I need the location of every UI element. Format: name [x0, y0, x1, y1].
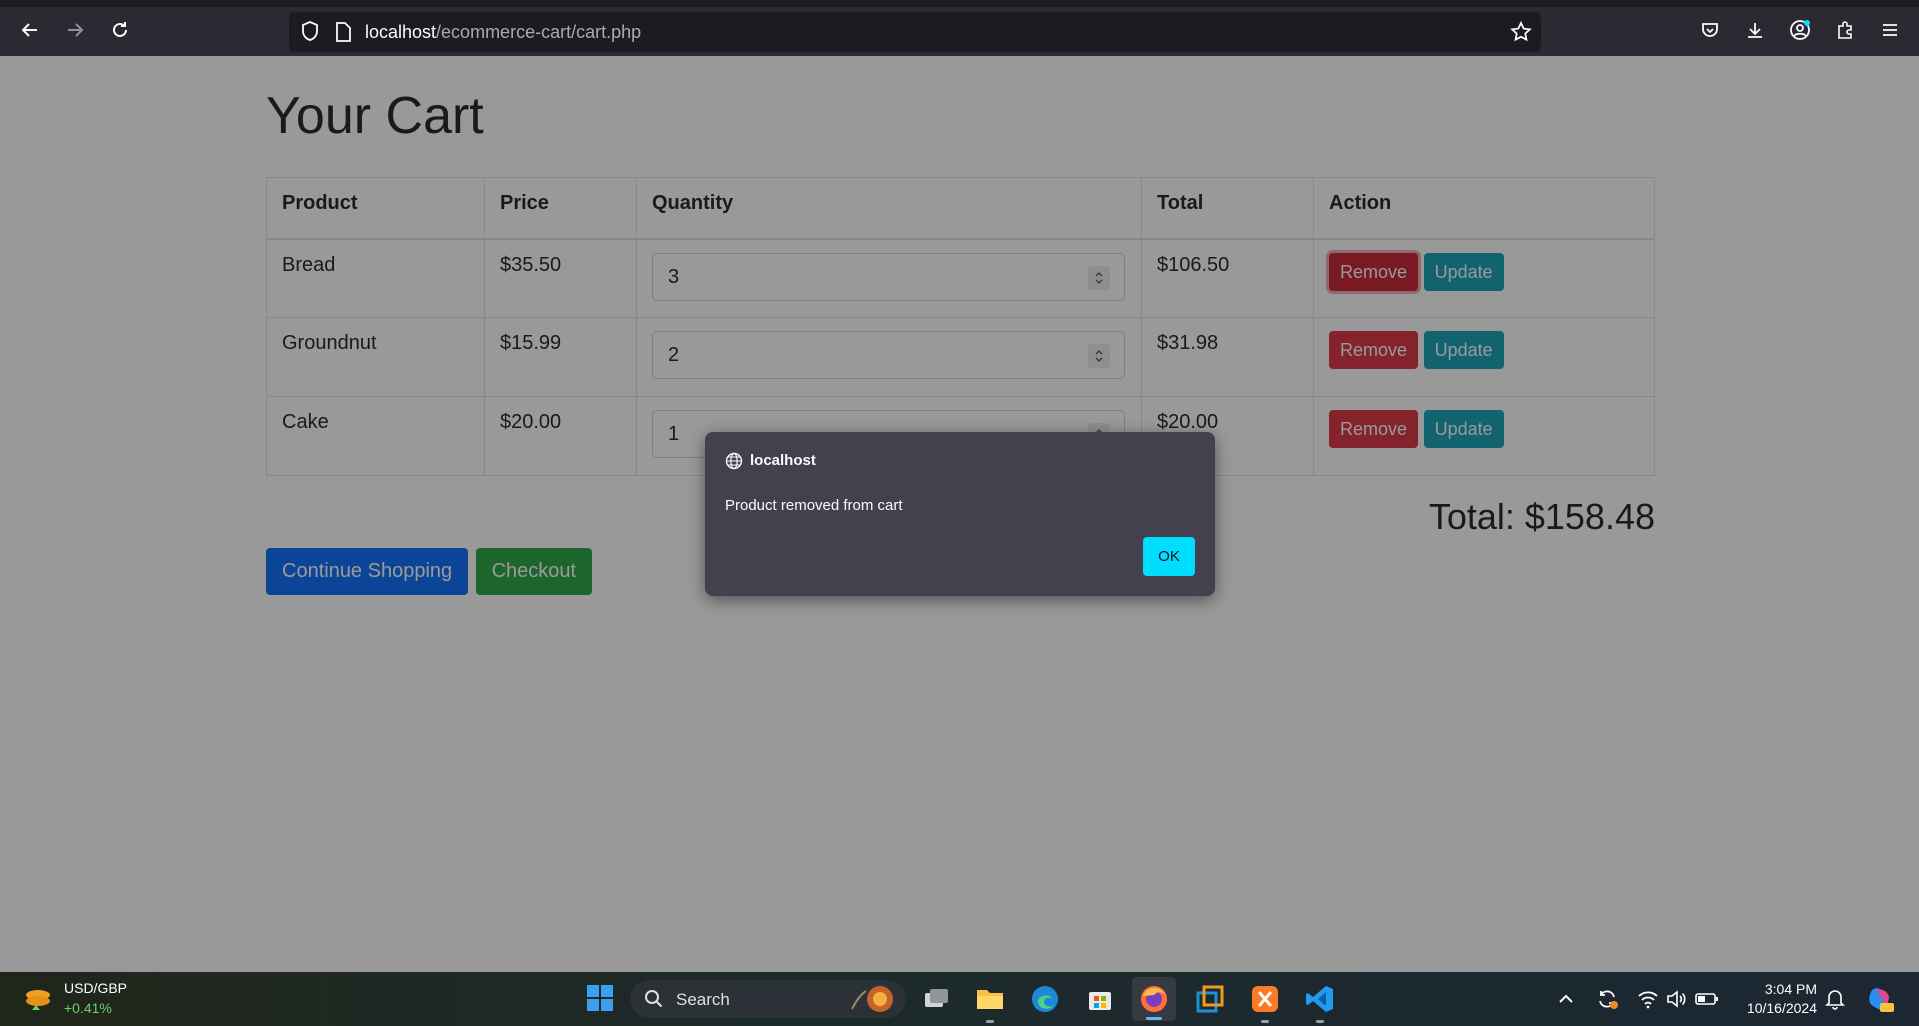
start-button[interactable]: [584, 982, 616, 1014]
volume-icon: [1667, 990, 1686, 1008]
task-view-button[interactable]: [920, 983, 952, 1015]
vscode-button[interactable]: [1304, 983, 1336, 1023]
currency-widget-icon[interactable]: [22, 984, 54, 1016]
task-view-icon: [925, 989, 948, 1007]
xampp-icon: [1252, 986, 1278, 1012]
address-bar[interactable]: localhost/ecommerce-cart/cart.php: [289, 12, 1541, 52]
vmware-button[interactable]: [1194, 983, 1226, 1015]
search-highlight-icon: [851, 986, 893, 1012]
sync-tray-button[interactable]: [1594, 986, 1620, 1012]
account-button[interactable]: [1784, 14, 1816, 46]
firefox-icon: [1141, 986, 1167, 1012]
pocket-icon: [1702, 23, 1718, 37]
battery-icon: [1695, 993, 1718, 1005]
dialog-origin: localhost: [750, 452, 816, 469]
pocket-button[interactable]: [1694, 14, 1726, 46]
file-explorer-button[interactable]: [974, 983, 1006, 1023]
battery-tray-button[interactable]: [1694, 986, 1720, 1012]
widget-label[interactable]: USD/GBP: [64, 980, 127, 996]
alert-dialog: localhost Product removed from cart OK: [705, 432, 1215, 596]
forward-arrow-icon: [68, 23, 84, 37]
page-info-icon[interactable]: [333, 21, 353, 43]
extensions-button[interactable]: [1829, 14, 1861, 46]
edge-button[interactable]: [1029, 983, 1061, 1015]
bell-icon: [1825, 990, 1845, 1010]
volume-tray-button[interactable]: [1664, 986, 1690, 1012]
globe-icon: [725, 452, 743, 470]
search-label: Search: [676, 990, 730, 1009]
wifi-tray-button[interactable]: [1635, 986, 1661, 1012]
running-indicator: [1316, 1020, 1324, 1023]
vscode-icon: [1306, 986, 1333, 1012]
sync-icon: [1599, 990, 1618, 1009]
copilot-button[interactable]: [1864, 983, 1896, 1015]
dialog-message: Product removed from cart: [725, 497, 903, 514]
clock-time: 3:04 PM: [1764, 981, 1817, 997]
clock-date: 10/16/2024: [1746, 1000, 1817, 1016]
notifications-button[interactable]: [1822, 986, 1848, 1012]
tab-strip: [0, 0, 1919, 7]
store-button[interactable]: [1084, 983, 1116, 1015]
folder-icon: [977, 990, 1003, 1009]
widget-value: +0.41%: [64, 1000, 112, 1016]
downloads-button[interactable]: [1739, 14, 1771, 46]
xampp-button[interactable]: [1249, 983, 1281, 1023]
edge-icon: [1032, 986, 1058, 1012]
menu-button[interactable]: [1874, 14, 1906, 46]
taskbar-clock[interactable]: 3:04 PM 10/16/2024: [1725, 980, 1817, 1018]
windows-logo-icon: [587, 985, 613, 1011]
back-button[interactable]: [14, 14, 46, 46]
active-indicator: [1146, 1017, 1162, 1020]
taskbar: USD/GBP +0.41% Search 3:04 PM 10/16/2024: [0, 972, 1919, 1026]
copilot-icon: [1869, 988, 1894, 1012]
hamburger-menu-icon: [1883, 24, 1897, 36]
chevron-up-icon: [1559, 994, 1573, 1003]
running-indicator: [1261, 1020, 1269, 1023]
back-arrow-icon: [21, 23, 37, 37]
store-icon: [1089, 992, 1111, 1010]
url-text[interactable]: localhost/ecommerce-cart/cart.php: [365, 22, 641, 43]
forward-button[interactable]: [59, 14, 91, 46]
browser-toolbar: localhost/ecommerce-cart/cart.php: [0, 0, 1919, 56]
url-host: localhost: [365, 22, 437, 42]
account-icon: [1790, 20, 1810, 40]
reload-icon: [113, 22, 127, 37]
bookmark-star-icon[interactable]: [1509, 20, 1533, 44]
vmware-icon: [1196, 985, 1224, 1013]
taskbar-search[interactable]: Search: [630, 980, 906, 1018]
show-hidden-icons-button[interactable]: [1553, 986, 1579, 1012]
reload-button[interactable]: [104, 14, 136, 46]
download-icon: [1748, 23, 1762, 38]
running-indicator: [986, 1020, 994, 1023]
firefox-button[interactable]: [1132, 977, 1176, 1021]
url-path: /ecommerce-cart/cart.php: [436, 22, 642, 42]
search-icon: [645, 990, 663, 1008]
wifi-icon: [1638, 991, 1658, 1009]
ok-button[interactable]: OK: [1143, 537, 1195, 576]
puzzle-icon: [1838, 21, 1852, 39]
coins-icon: [26, 990, 50, 1010]
shield-icon[interactable]: [299, 20, 321, 42]
